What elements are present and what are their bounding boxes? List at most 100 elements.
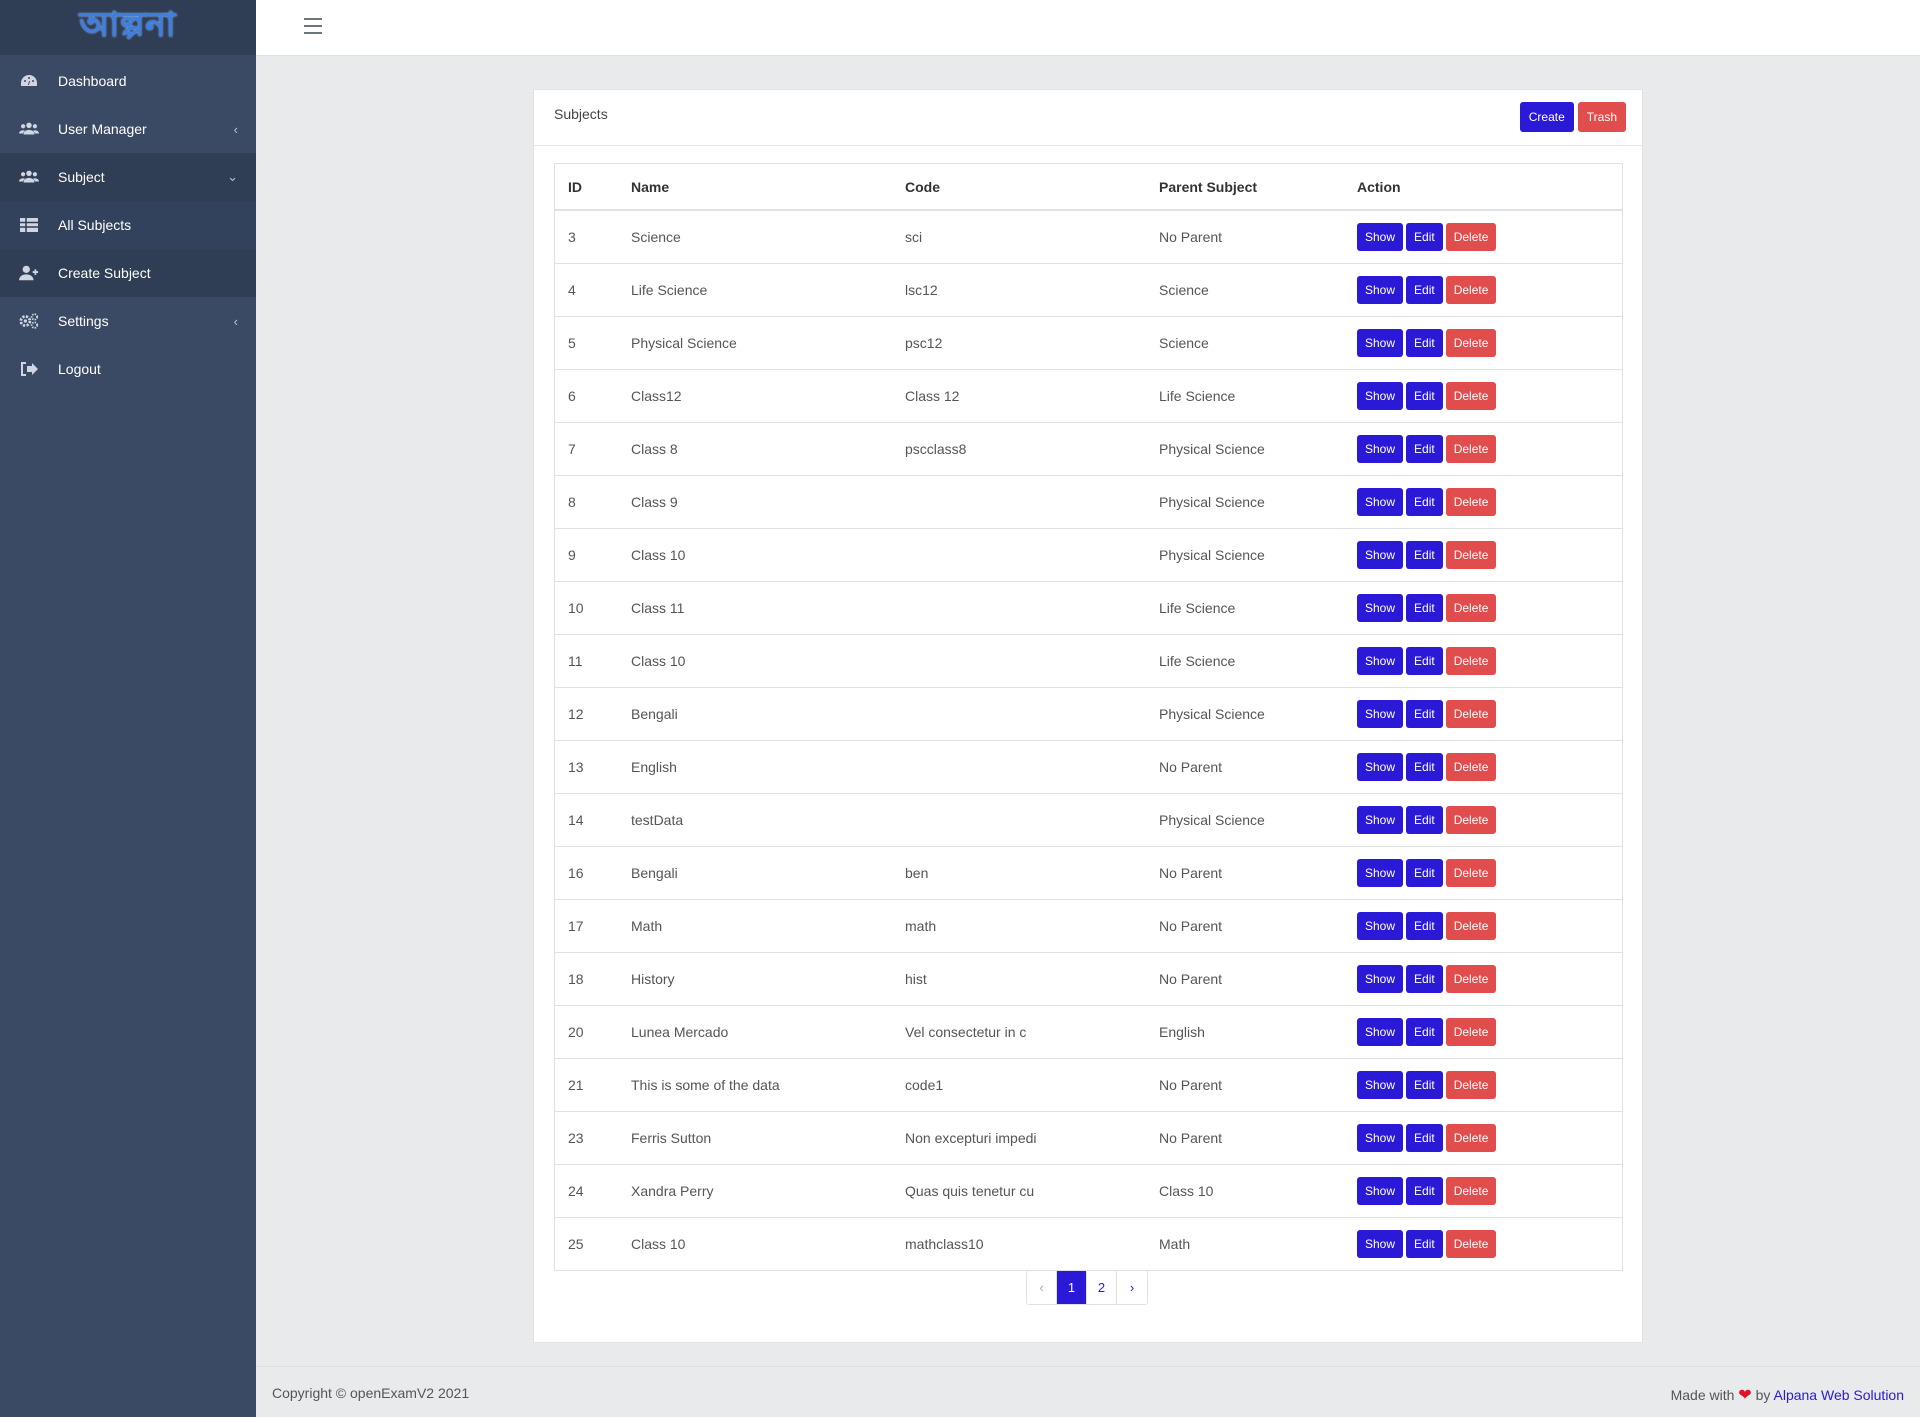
- cell-code: [892, 528, 1146, 582]
- pagination-page-2[interactable]: 2: [1087, 1271, 1117, 1304]
- delete-button[interactable]: Delete: [1445, 328, 1497, 357]
- table-row: 4 Life Science lsc12 Science Show Edit Delete: [555, 263, 1622, 317]
- cell-parent-subject: Life Science: [1146, 369, 1344, 423]
- edit-button[interactable]: Edit: [1406, 487, 1443, 516]
- delete-button[interactable]: Delete: [1445, 275, 1497, 304]
- delete-button[interactable]: Delete: [1445, 646, 1497, 675]
- edit-button[interactable]: Edit: [1406, 540, 1443, 569]
- show-button[interactable]: Show: [1357, 1123, 1404, 1152]
- brand[interactable]: আল্পনা: [0, 0, 256, 55]
- show-button[interactable]: Show: [1357, 858, 1404, 887]
- pagination-page-1[interactable]: 1: [1057, 1271, 1087, 1304]
- delete-button[interactable]: Delete: [1445, 1176, 1497, 1205]
- cell-code: mathclass10: [905, 1235, 984, 1252]
- sidebar-item-label: Create Subject: [58, 265, 151, 281]
- table-row: 12 Bengali Physical Science Show Edit Delete: [555, 687, 1622, 741]
- delete-button[interactable]: Delete: [1445, 699, 1497, 728]
- delete-button[interactable]: Delete: [1445, 593, 1497, 622]
- edit-button[interactable]: Edit: [1406, 1123, 1443, 1152]
- sidebar-item-label: Dashboard: [58, 73, 127, 89]
- trash-button[interactable]: Trash: [1577, 102, 1626, 132]
- show-button[interactable]: Show: [1357, 646, 1404, 675]
- create-button[interactable]: Create: [1519, 102, 1574, 132]
- column-header-parent-subject[interactable]: Parent Subject: [1146, 164, 1344, 211]
- edit-button[interactable]: Edit: [1406, 1176, 1443, 1205]
- edit-button[interactable]: Edit: [1406, 964, 1443, 993]
- column-header-name[interactable]: Name: [618, 164, 892, 211]
- delete-button[interactable]: Delete: [1445, 381, 1497, 410]
- edit-button[interactable]: Edit: [1406, 699, 1443, 728]
- delete-button[interactable]: Delete: [1445, 1229, 1497, 1258]
- hamburger-menu-icon[interactable]: [304, 18, 322, 34]
- delete-button[interactable]: Delete: [1445, 1017, 1497, 1046]
- sidebar-item-create-subject[interactable]: Create Subject: [0, 249, 256, 297]
- edit-button[interactable]: Edit: [1406, 593, 1443, 622]
- sidebar-item-all-subjects[interactable]: All Subjects: [0, 201, 256, 249]
- edit-button[interactable]: Edit: [1406, 1229, 1443, 1258]
- show-button[interactable]: Show: [1357, 964, 1404, 993]
- cell-code: Non excepturi impedi: [892, 1111, 1146, 1165]
- delete-button[interactable]: Delete: [1445, 1123, 1497, 1152]
- delete-button[interactable]: Delete: [1445, 752, 1497, 781]
- column-header-code[interactable]: Code: [892, 164, 1146, 211]
- show-button[interactable]: Show: [1357, 540, 1404, 569]
- cell-name: English: [618, 740, 892, 794]
- show-button[interactable]: Show: [1357, 434, 1404, 463]
- show-button[interactable]: Show: [1357, 1176, 1404, 1205]
- edit-button[interactable]: Edit: [1406, 752, 1443, 781]
- delete-button[interactable]: Delete: [1445, 805, 1497, 834]
- delete-button[interactable]: Delete: [1445, 911, 1497, 940]
- edit-button[interactable]: Edit: [1406, 911, 1443, 940]
- cell-id: 25: [568, 1235, 584, 1252]
- brand-logo[interactable]: আল্পনা: [79, 0, 176, 56]
- edit-button[interactable]: Edit: [1406, 275, 1443, 304]
- sidebar-item-dashboard[interactable]: Dashboard: [0, 57, 256, 105]
- edit-button[interactable]: Edit: [1406, 222, 1443, 251]
- show-button[interactable]: Show: [1357, 487, 1404, 516]
- show-button[interactable]: Show: [1357, 381, 1404, 410]
- edit-button[interactable]: Edit: [1406, 381, 1443, 410]
- cell-parent-subject: Physical Science: [1146, 422, 1344, 476]
- show-button[interactable]: Show: [1357, 275, 1404, 304]
- header-actions: Create Trash: [1519, 102, 1626, 132]
- edit-button[interactable]: Edit: [1406, 646, 1443, 675]
- edit-button[interactable]: Edit: [1406, 805, 1443, 834]
- delete-button[interactable]: Delete: [1445, 222, 1497, 251]
- show-button[interactable]: Show: [1357, 699, 1404, 728]
- show-button[interactable]: Show: [1357, 593, 1404, 622]
- cell-code: hist: [892, 952, 1146, 1006]
- cell-actions: Show Edit Delete: [1344, 316, 1622, 370]
- show-button[interactable]: Show: [1357, 752, 1404, 781]
- delete-button[interactable]: Delete: [1445, 540, 1497, 569]
- edit-button[interactable]: Edit: [1406, 1017, 1443, 1046]
- show-button[interactable]: Show: [1357, 911, 1404, 940]
- show-button[interactable]: Show: [1357, 1229, 1404, 1258]
- pagination-prev[interactable]: ‹: [1027, 1271, 1057, 1304]
- delete-button[interactable]: Delete: [1445, 487, 1497, 516]
- sidebar-item-user-manager[interactable]: User Manager ‹: [0, 105, 256, 153]
- edit-button[interactable]: Edit: [1406, 1070, 1443, 1099]
- sidebar-item-subject[interactable]: Subject ⌄: [0, 153, 256, 201]
- show-button[interactable]: Show: [1357, 328, 1404, 357]
- cell-name: Physical Science: [618, 316, 892, 370]
- delete-button[interactable]: Delete: [1445, 1070, 1497, 1099]
- column-header-id[interactable]: ID: [555, 164, 618, 211]
- edit-button[interactable]: Edit: [1406, 858, 1443, 887]
- cogs-icon: [18, 312, 40, 330]
- cell-actions: Show Edit Delete: [1344, 793, 1622, 847]
- footer-credit: Made with ❤ by Alpana Web Solution: [1671, 1385, 1904, 1405]
- show-button[interactable]: Show: [1357, 1017, 1404, 1046]
- show-button[interactable]: Show: [1357, 222, 1404, 251]
- sidebar-item-settings[interactable]: Settings ‹: [0, 297, 256, 345]
- delete-button[interactable]: Delete: [1445, 964, 1497, 993]
- table-row: 7 Class 8 pscclass8 Physical Science Show Edi…: [555, 422, 1622, 476]
- show-button[interactable]: Show: [1357, 1070, 1404, 1099]
- pagination-next[interactable]: ›: [1117, 1271, 1147, 1304]
- show-button[interactable]: Show: [1357, 805, 1404, 834]
- edit-button[interactable]: Edit: [1406, 328, 1443, 357]
- sidebar-item-logout[interactable]: Logout: [0, 345, 256, 393]
- delete-button[interactable]: Delete: [1445, 858, 1497, 887]
- delete-button[interactable]: Delete: [1445, 434, 1497, 463]
- edit-button[interactable]: Edit: [1406, 434, 1443, 463]
- company-link[interactable]: Alpana Web Solution: [1774, 1387, 1905, 1403]
